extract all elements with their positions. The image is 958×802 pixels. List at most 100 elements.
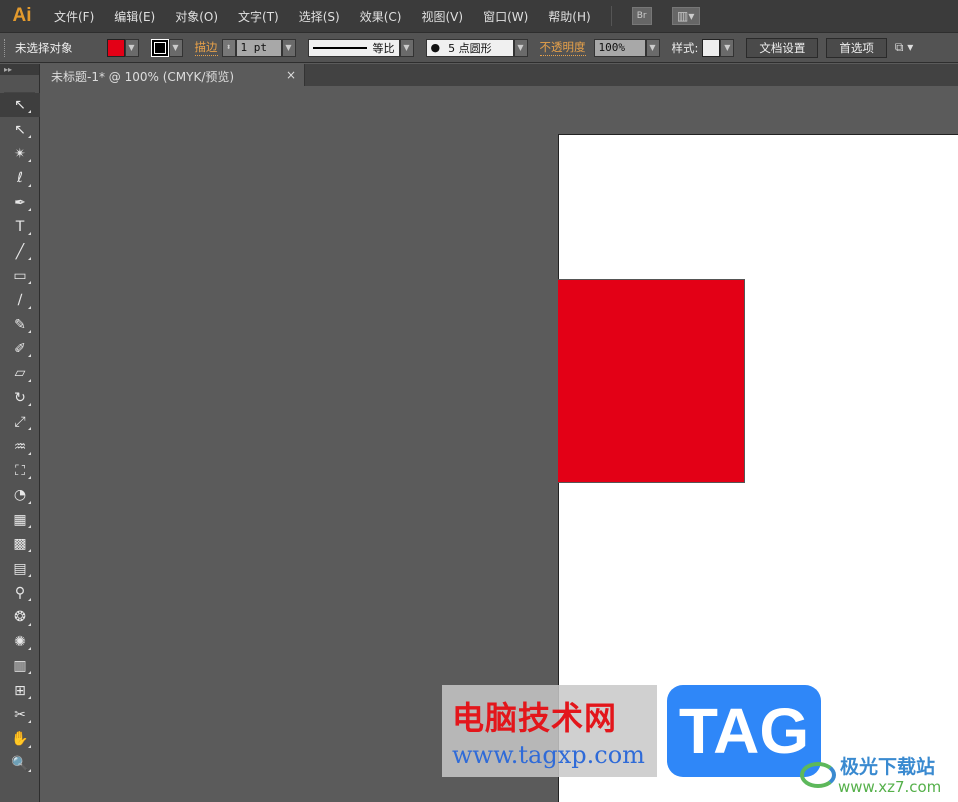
tool-rotate[interactable]: ↻ (0, 386, 40, 410)
menu-window[interactable]: 窗口(W) (473, 8, 538, 25)
tool-selection[interactable]: ↖ (0, 93, 40, 118)
red-rectangle[interactable] (558, 279, 745, 483)
rectangle-icon: ▭ (13, 267, 27, 284)
tool-zoom[interactable]: 🔍 (0, 752, 40, 776)
eraser-icon: ▱ (14, 365, 26, 382)
symbol-sprayer-icon: ✺ (14, 633, 26, 650)
opacity-field[interactable]: 100% (593, 38, 646, 57)
tool-rectangle[interactable]: ▭ (0, 264, 40, 288)
close-tab-icon[interactable]: × (286, 68, 296, 82)
divider (610, 6, 612, 26)
document-tab[interactable]: 未标题-1* @ 100% (CMYK/预览) × (43, 64, 305, 86)
profile-dropdown[interactable]: ▼ (399, 38, 414, 57)
menu-file[interactable]: 文件(F) (44, 8, 104, 25)
lasso-icon: ℓ (17, 170, 23, 187)
stroke-label[interactable]: 描边 (194, 39, 218, 56)
selection-status: 未选择对象 (15, 40, 73, 55)
preferences-button[interactable]: 首选项 (826, 37, 887, 58)
gradient-icon: ▤ (13, 560, 27, 577)
menu-edit[interactable]: 编辑(E) (104, 8, 165, 25)
watermark-xz7: 极光下载站 www.xz7.com (800, 752, 958, 802)
collapse-panel-icon[interactable]: ▸▸ (0, 64, 39, 75)
fill-dropdown[interactable]: ▼ (124, 38, 139, 57)
menu-select[interactable]: 选择(S) (289, 8, 350, 25)
pencil-icon: ✎ (14, 316, 26, 333)
panel-grip[interactable] (4, 75, 35, 93)
tool-scale[interactable]: ⤢ (0, 410, 40, 434)
artboard-icon: ⊞ (14, 682, 26, 699)
tool-magic-wand[interactable]: ✴ (0, 142, 40, 166)
tool-column-graph[interactable]: ▥ (0, 654, 40, 678)
variable-width-profile[interactable]: 等比 (307, 38, 400, 57)
grip-handle[interactable] (4, 38, 7, 57)
document-setup-button[interactable]: 文档设置 (746, 37, 819, 58)
brush-dropdown[interactable]: ▼ (513, 38, 528, 57)
xz7-url: www.xz7.com (838, 778, 942, 796)
tool-blend[interactable]: ❂ (0, 605, 40, 629)
hand-icon: ✋ (11, 731, 29, 748)
bridge-button[interactable]: Br (631, 7, 652, 25)
zoom-icon: 🔍 (11, 755, 29, 772)
tool-eyedropper[interactable]: ⚲ (0, 581, 40, 605)
menu-type[interactable]: 文字(T) (228, 8, 289, 25)
menu-view[interactable]: 视图(V) (411, 8, 473, 25)
menu-object[interactable]: 对象(O) (165, 8, 228, 25)
fill-swatch[interactable] (106, 38, 125, 57)
style-swatch[interactable] (702, 38, 721, 57)
tool-mesh[interactable]: ▩ (0, 532, 40, 556)
watermark-site-url: www.tagxp.com (452, 741, 645, 769)
stroke-swatch[interactable] (150, 38, 169, 57)
pen-icon: ✒ (14, 194, 26, 211)
style-label: 样式: (671, 40, 699, 55)
menu-help[interactable]: 帮助(H) (538, 8, 600, 25)
tool-shape-builder[interactable]: ◔ (0, 483, 40, 507)
xz7-logo-icon (800, 762, 836, 788)
tool-free-transform[interactable]: ⛶ (0, 459, 40, 483)
direct-selection-icon: ↖ (14, 121, 26, 138)
tag-logo: TAG (667, 685, 821, 777)
xz7-name: 极光下载站 (840, 756, 936, 778)
tool-artboard[interactable]: ⊞ (0, 678, 40, 702)
brush-definition[interactable]: ● 5 点圆形 (425, 38, 514, 57)
tool-type[interactable]: T (0, 215, 40, 239)
opacity-dropdown[interactable]: ▼ (645, 38, 660, 57)
perspective-grid-icon: ▦ (13, 511, 27, 528)
watermark-tagxp: 电脑技术网 www.tagxp.com (442, 685, 657, 777)
tool-slice[interactable]: ✂ (0, 703, 40, 727)
tool-eraser[interactable]: ▱ (0, 361, 40, 385)
app-logo: Ai (12, 5, 32, 26)
eyedropper-icon: ⚲ (14, 585, 26, 601)
scale-icon: ⤢ (14, 414, 26, 431)
stroke-stepper[interactable]: ⬍ (221, 38, 236, 57)
style-dropdown[interactable]: ▼ (720, 38, 735, 57)
tool-pen[interactable]: ✒ (0, 191, 40, 215)
menu-effect[interactable]: 效果(C) (350, 8, 412, 25)
tool-pencil[interactable]: ✎ (0, 313, 40, 337)
tool-warp[interactable]: ♒ (0, 434, 40, 458)
tool-line-segment[interactable]: ╱ (0, 239, 40, 263)
tools-panel: ▸▸ ↖ ↖ ✴ ℓ ✒ T ╱ ▭ ∕ ✎ ✐ ▱ ↻ ⤢ ♒ ⛶ ◔ ▦ ▩ ▤ ⚲ ❂ ✺ ▥ ⊞ ✂ ✋ 🔍 (0, 64, 40, 802)
control-bar: 未选择对象 ▼ ▼ 描边 ⬍ 1 pt ▼ 等比 ▼ ● 5 点圆形 ▼ 不透明度… (0, 32, 958, 63)
rotate-icon: ↻ (14, 389, 26, 406)
opacity-label[interactable]: 不透明度 (539, 39, 586, 56)
shape-builder-icon: ◔ (13, 487, 27, 504)
slice-icon: ✂ (14, 706, 26, 723)
type-icon: T (15, 219, 25, 236)
tool-perspective-grid[interactable]: ▦ (0, 508, 40, 532)
tool-hand[interactable]: ✋ (0, 727, 40, 751)
tool-lasso[interactable]: ℓ (0, 166, 40, 190)
stroke-dropdown[interactable]: ▼ (168, 38, 183, 57)
tool-symbol-sprayer[interactable]: ✺ (0, 630, 40, 654)
magic-wand-icon: ✴ (14, 145, 26, 162)
stroke-weight-dropdown[interactable]: ▼ (281, 38, 296, 57)
align-panel-icon[interactable]: ⧉ ▾ (895, 40, 913, 55)
tool-blob-brush[interactable]: ✐ (0, 337, 40, 361)
arrange-documents-icon[interactable]: ▥▾ (671, 7, 700, 25)
tool-direct-selection[interactable]: ↖ (0, 117, 40, 141)
tool-gradient[interactable]: ▤ (0, 556, 40, 580)
line-segment-icon: ╱ (15, 243, 25, 260)
column-graph-icon: ▥ (13, 658, 27, 675)
stroke-weight-field[interactable]: 1 pt (235, 38, 282, 57)
tool-paintbrush[interactable]: ∕ (0, 288, 40, 312)
document-tab-bar: 未标题-1* @ 100% (CMYK/预览) × (43, 64, 958, 86)
